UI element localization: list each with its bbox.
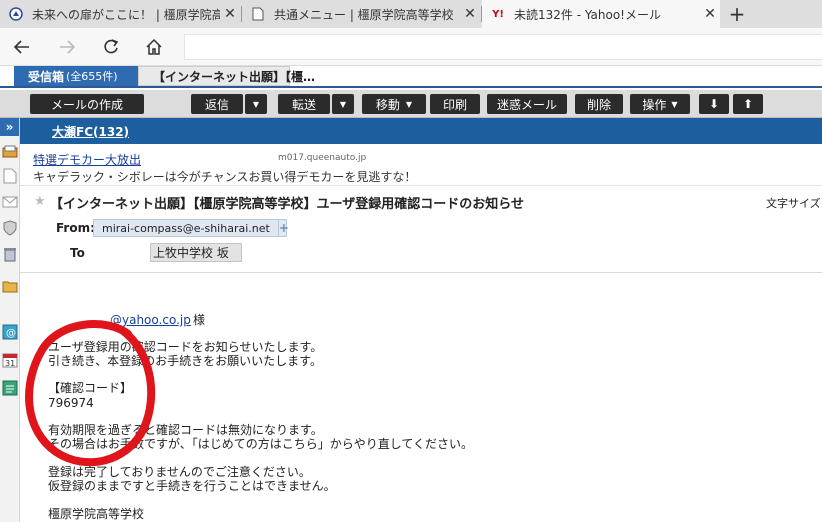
action-button[interactable]: 操作 ▼ — [630, 94, 690, 114]
recipient-chip[interactable]: 上牧中学校 坂 — [150, 243, 242, 262]
text-size-label[interactable]: 文字サイズ: — [766, 195, 822, 211]
greeting-suffix: 様 — [193, 313, 206, 327]
mail-toolbar: メールの作成 返信 ▼ 転送 ▼ 移動 ▼ 印刷 迷惑メール 削除 操作 ▼ ⬇… — [0, 90, 822, 118]
yahoo-icon: Y! — [492, 8, 504, 20]
reply-menu-chevron-down-icon[interactable]: ▼ — [245, 94, 267, 114]
browser-tab-1[interactable]: 未来への扉がここに！ | 橿原学院高 ✕ — [0, 0, 240, 28]
close-tab-icon[interactable]: ✕ — [700, 6, 720, 22]
greeting-address-link[interactable]: @yahoo.co.jp — [110, 314, 191, 327]
body-line: その場合はお手数ですが、「はじめての方はこちら」からやり直してください。 — [48, 437, 474, 451]
close-tab-icon[interactable]: ✕ — [220, 6, 240, 22]
ad-text[interactable]: キャデラック・シボレーは今がチャンスお買い得デモカーを見逃すな！ — [33, 168, 416, 185]
inbox-tray-icon[interactable] — [2, 144, 18, 160]
svg-text:@: @ — [6, 328, 16, 339]
folder-header: 大瀬FC(132) — [20, 118, 822, 144]
divider — [20, 185, 822, 186]
calendar-icon[interactable]: 31 — [2, 352, 18, 368]
browser-tab-title: 未読132件 - Yahoo!メール — [514, 7, 661, 22]
document-icon — [250, 6, 266, 22]
body-line: 橿原学院高等学校 — [48, 507, 145, 521]
sender-address-chip[interactable]: mirai-compass@e-shiharai.net + — [93, 219, 289, 237]
star-icon[interactable]: ★ — [34, 194, 46, 209]
divider — [20, 272, 822, 273]
school-crest-icon — [8, 6, 24, 22]
new-tab-button[interactable]: + — [724, 0, 750, 28]
address-bar[interactable] — [184, 34, 822, 60]
home-icon[interactable] — [142, 36, 166, 58]
move-button[interactable]: 移動 ▼ — [362, 94, 426, 114]
from-label: From: — [56, 221, 95, 235]
action-label: 操作 — [642, 97, 667, 112]
reply-button[interactable]: 返信 — [191, 94, 243, 114]
svg-text:31: 31 — [5, 359, 15, 368]
browser-tab-bar: 未来への扉がここに！ | 橿原学院高 ✕ 共通メニュー | 橿原学院高等学校 ✕… — [0, 0, 822, 28]
notepad-icon[interactable] — [2, 380, 18, 396]
forward-button[interactable]: 転送 — [278, 94, 330, 114]
ad-link[interactable]: 特選デモカー大放出 — [33, 151, 141, 168]
body-line: 引き続き、本登録のお手続きをお願いいたします。 — [48, 354, 322, 368]
reload-icon[interactable] — [99, 36, 123, 58]
chevron-down-icon: ▼ — [671, 99, 678, 109]
shield-icon[interactable] — [2, 220, 18, 236]
chevron-down-icon: ▼ — [405, 99, 413, 109]
arrow-right-icon[interactable] — [55, 36, 79, 58]
browser-tab-title: 未来への扉がここに！ | 橿原学院高 — [32, 7, 220, 22]
move-label: 移動 — [375, 97, 400, 112]
browser-nav-bar — [0, 28, 822, 66]
body-line: 仮登録のままですと手続きを行うことはできません。 — [48, 479, 336, 493]
next-message-button[interactable]: ⬇ — [699, 94, 729, 114]
folder-icon[interactable] — [2, 278, 18, 294]
body-line: 登録は完了しておりませんのでご注意ください。 — [48, 465, 311, 479]
print-button[interactable]: 印刷 — [430, 94, 480, 114]
left-icon-rail: » @ 31 — [0, 118, 20, 522]
browser-tab-3-active[interactable]: Y! 未読132件 - Yahoo!メール ✕ — [482, 0, 720, 28]
message-subject: 【インターネット出願】【橿原学院高等学校】ユーザ登録用確認コードのお知らせ — [50, 197, 524, 212]
open-mail-tab[interactable]: 【インターネット出願】【橿… — [138, 66, 315, 86]
spam-button[interactable]: 迷惑メール — [487, 94, 567, 114]
inbox-tab-label: 受信箱 — [28, 69, 65, 84]
inbox-tab[interactable]: 受信箱 (全655件) — [14, 66, 138, 86]
body-line: 【確認コード】 — [48, 381, 133, 395]
sent-mail-icon[interactable] — [2, 194, 18, 210]
add-contact-icon[interactable]: + — [277, 220, 289, 236]
to-label: To — [70, 246, 85, 260]
draft-icon[interactable] — [2, 168, 18, 184]
body-line: ユーザ登録用の確認コードをお知らせいたします。 — [48, 340, 323, 354]
confirmation-code: 796974 — [48, 396, 94, 410]
sender-address: mirai-compass@e-shiharai.net — [102, 221, 270, 235]
delete-button[interactable]: 削除 — [575, 94, 623, 114]
trash-icon[interactable] — [2, 246, 18, 262]
browser-tab-2[interactable]: 共通メニュー | 橿原学院高等学校 ✕ — [242, 0, 480, 28]
browser-tab-title: 共通メニュー | 橿原学院高等学校 — [274, 7, 454, 22]
address-book-icon[interactable]: @ — [2, 324, 18, 340]
folder-name-link[interactable]: 大瀬FC(132) — [52, 123, 129, 140]
ad-domain: m017.queenauto.jp — [278, 153, 367, 163]
close-tab-icon[interactable]: ✕ — [460, 6, 480, 22]
mail-tab-strip: 受信箱 (全655件) 【インターネット出願】【橿… — [0, 66, 822, 88]
arrow-left-icon[interactable] — [10, 36, 34, 58]
forward-menu-chevron-down-icon[interactable]: ▼ — [332, 94, 354, 114]
body-line: 有効期限を過ぎると確認コードは無効になります。 — [48, 423, 323, 437]
compose-button[interactable]: メールの作成 — [30, 94, 144, 114]
previous-message-button[interactable]: ⬆ — [733, 94, 763, 114]
inbox-count: (全655件) — [66, 70, 118, 83]
expand-sidebar-icon[interactable]: » — [0, 118, 19, 136]
